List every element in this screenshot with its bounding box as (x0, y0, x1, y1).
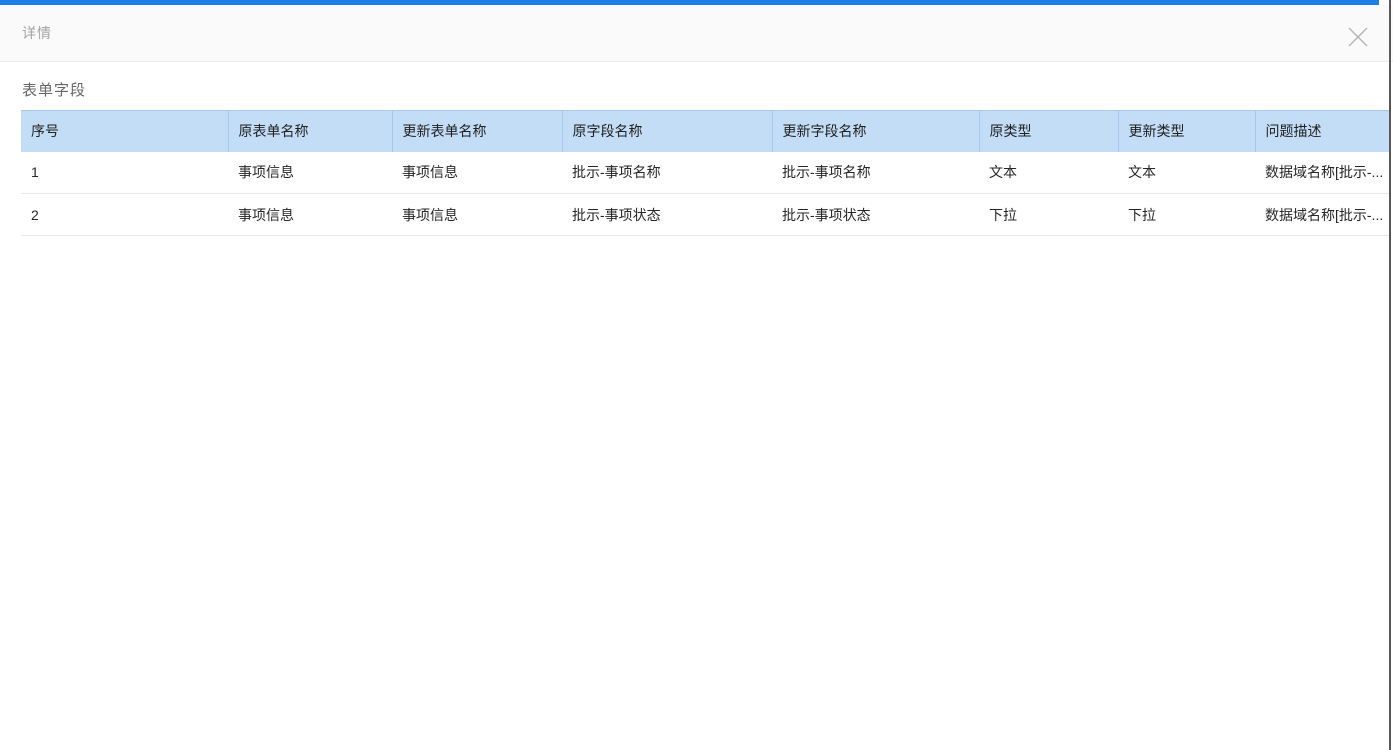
column-header-2: 原表单名称 (227, 110, 392, 152)
column-header-3: 更新表单名称 (391, 110, 562, 152)
table-row: 2 事项信息 事项信息 批示-事项状态 批示-事项状态 下拉 下拉 数据域名称[批示-... (21, 193, 1390, 236)
table-cell: 数据域名称[批示-... (1255, 193, 1390, 236)
table-cell: 批示-事项状态 (772, 193, 979, 236)
table-cell: 1 (21, 151, 228, 194)
close-icon (1346, 25, 1370, 49)
section-title: 表单字段 (22, 82, 87, 99)
column-header-1: 序号 (21, 110, 228, 152)
column-header-5: 更新字段名称 (771, 110, 979, 152)
column-header-8: 问题描述 (1254, 110, 1390, 152)
close-button[interactable] (1346, 25, 1370, 49)
table-cell: 2 (21, 193, 228, 236)
table-cell: 文本 (1118, 151, 1255, 194)
table-cell: 批示-事项状态 (562, 193, 772, 236)
column-header-6: 原类型 (978, 110, 1118, 152)
table-row: 1 事项信息 事项信息 批示-事项名称 批示-事项名称 文本 文本 数据域名称[批示-... (21, 151, 1390, 194)
form-fields-table: 序号 原表单名称 更新表单名称 原字段名称 更新字段名称 原类型 更新类型 问题描述 1 事项信… (21, 110, 1390, 236)
table-cell: 事项信息 (228, 151, 392, 194)
column-header-7: 更新类型 (1117, 110, 1255, 152)
column-header-4: 原字段名称 (561, 110, 772, 152)
table-cell: 数据域名称[批示-... (1255, 151, 1390, 194)
right-edge-line (1389, 0, 1391, 750)
table-header-row: 序号 原表单名称 更新表单名称 原字段名称 更新字段名称 原类型 更新类型 问题描述 (21, 110, 1390, 152)
table-header: 序号 原表单名称 更新表单名称 原字段名称 更新字段名称 原类型 更新类型 问题描述 (21, 110, 1390, 152)
table-cell: 下拉 (979, 193, 1118, 236)
table-cell: 下拉 (1118, 193, 1255, 236)
table-cell: 事项信息 (392, 193, 562, 236)
table-cell: 事项信息 (392, 151, 562, 194)
dialog-header: 详情 (0, 5, 1393, 62)
table-cell: 事项信息 (228, 193, 392, 236)
form-fields-table-container: 序号 原表单名称 更新表单名称 原字段名称 更新字段名称 原类型 更新类型 问题描述 1 事项信… (21, 110, 1390, 236)
table-body: 1 事项信息 事项信息 批示-事项名称 批示-事项名称 文本 文本 数据域名称[批示-... 2… (21, 151, 1390, 236)
table-cell: 文本 (979, 151, 1118, 194)
dialog-title: 详情 (22, 25, 52, 41)
table-cell: 批示-事项名称 (772, 151, 979, 194)
table-cell: 批示-事项名称 (562, 151, 772, 194)
